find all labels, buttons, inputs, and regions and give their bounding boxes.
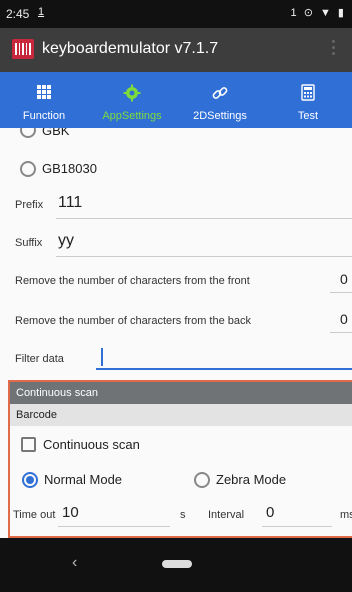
filter-label: Filter data [15,353,64,365]
settings-content[interactable]: GBK GB18030 Prefix 111 Suffix yy Remove … [0,128,352,538]
radio-gbk[interactable] [20,128,36,138]
app-bar: keyboardemulator v7.1.7 [0,28,352,72]
remove-back-underline [330,332,352,333]
app-title: keyboardemulator v7.1.7 [42,40,219,57]
status-icons: 1 ⊙ ▼ ▮ [290,7,346,19]
interval-input[interactable]: 0 [266,504,274,521]
interval-label: Interval [208,509,245,521]
home-pill-icon[interactable] [162,560,192,568]
gb18030-label: GB18030 [42,161,97,176]
suffix-label: Suffix [15,237,43,249]
text-cursor [101,348,103,366]
filter-underline [96,368,352,370]
calculator-icon [301,84,315,101]
timeout-input[interactable]: 10 [62,504,79,521]
back-icon[interactable]: ‹ [72,554,77,572]
tab-label: AppSettings [102,110,162,122]
status-bar: 2:45 1 1 ⊙ ▼ ▮ [0,0,352,28]
normal-mode-label: Normal Mode [44,472,123,487]
remove-back-label: Remove the number of characters from the… [15,315,251,327]
notification-indicator: 1 [38,6,45,18]
remove-front-label: Remove the number of characters from the… [15,275,250,287]
interval-unit: ms [340,509,352,521]
tab-label: Test [297,110,319,122]
suffix-input[interactable]: yy [58,232,74,250]
barcode-subheader: Barcode [10,404,352,426]
tab-label: Function [22,110,66,122]
radio-normal-mode[interactable] [22,472,38,488]
tab-test[interactable]: Test [264,72,352,128]
suffix-underline [56,256,352,257]
timeout-label: Time out [13,509,56,521]
zebra-mode-label: Zebra Mode [216,472,287,487]
prefix-input[interactable]: 111 [58,194,82,212]
continuous-scan-panel: Continuous scan Barcode Continuous scan … [8,380,352,538]
continuous-scan-header: Continuous scan [10,382,352,404]
link-icon [212,87,228,99]
timeout-unit: s [180,509,186,521]
prefix-label: Prefix [15,199,44,211]
tab-label: 2DSettings [193,110,247,122]
barcode-app-icon [12,39,34,59]
remove-back-input[interactable]: 0 [340,311,348,327]
continuous-scan-checkbox-label: Continuous scan [43,437,140,452]
timeout-underline [58,526,170,527]
grid-icon [37,85,51,99]
remove-front-underline [330,292,352,293]
gbk-label: GBK [42,128,70,138]
continuous-scan-checkbox[interactable] [21,437,36,452]
settings-gear-icon [123,84,141,102]
prefix-underline [56,218,352,219]
tab-bar: Function AppSettings 2DSettings Test [0,72,352,128]
remove-front-input[interactable]: 0 [340,271,348,287]
interval-underline [262,526,332,527]
tab-appsettings[interactable]: AppSettings [88,72,176,128]
radio-zebra-mode[interactable] [194,472,210,488]
overflow-menu-icon[interactable] [332,40,336,60]
status-time: 2:45 [6,7,30,21]
radio-gb18030[interactable] [20,161,36,177]
tab-function[interactable]: Function [0,72,88,128]
tab-2dsettings[interactable]: 2DSettings [176,72,264,128]
navigation-bar: ‹ [0,538,352,592]
